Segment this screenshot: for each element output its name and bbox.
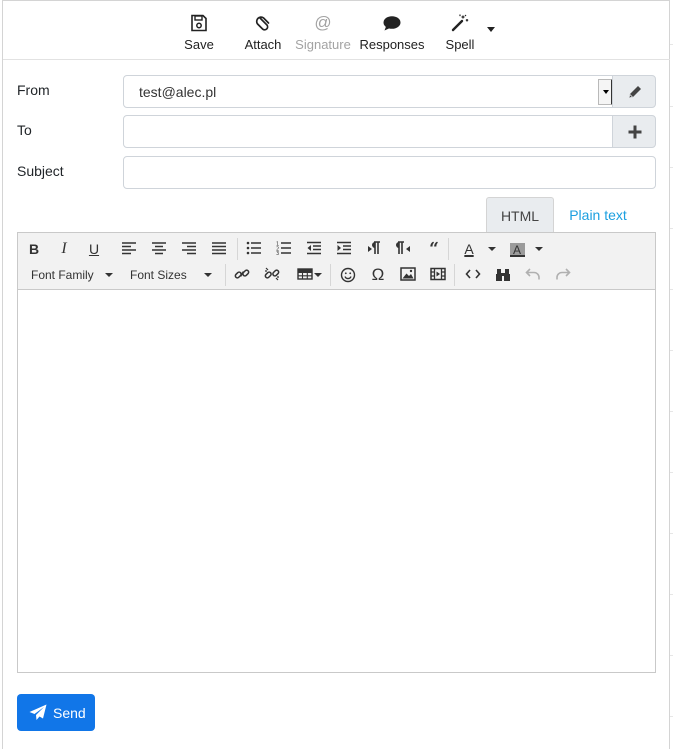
- special-char-omega-icon[interactable]: Ω: [367, 264, 389, 286]
- speech-bubble-icon: [383, 16, 401, 31]
- tab-html[interactable]: HTML: [486, 197, 554, 233]
- compose-toolbar: Save Attach @ Signature Responses Spell: [3, 1, 670, 60]
- signature-label: Signature: [295, 37, 351, 52]
- undo-icon[interactable]: [522, 264, 544, 286]
- underline-button[interactable]: U: [83, 238, 105, 260]
- tab-plain-text[interactable]: Plain text: [562, 197, 634, 233]
- emoticon-icon[interactable]: [337, 264, 359, 286]
- attach-button[interactable]: Attach: [241, 13, 285, 55]
- ltr-direction-icon[interactable]: [363, 238, 385, 260]
- toolbar-divider: [330, 264, 331, 286]
- blockquote-icon[interactable]: “: [423, 238, 445, 260]
- to-input[interactable]: [123, 115, 613, 148]
- unlink-icon[interactable]: [261, 264, 283, 286]
- svg-text:3: 3: [276, 251, 279, 255]
- numbered-list-icon[interactable]: 123: [273, 238, 295, 260]
- html-editor: B I U 123 “ A A Font Family Font Sizes Ω: [17, 232, 656, 673]
- from-label: From: [17, 82, 50, 98]
- toolbar-divider: [237, 238, 238, 260]
- align-center-icon[interactable]: [148, 238, 170, 260]
- send-button[interactable]: Send: [17, 694, 95, 731]
- paperclip-icon: [255, 16, 270, 31]
- toolbar-divider: [454, 264, 455, 286]
- toolbar-divider: [225, 264, 226, 286]
- toolbar-divider: [448, 238, 449, 260]
- bold-button[interactable]: B: [23, 238, 45, 260]
- font-family-select[interactable]: Font Family: [31, 264, 94, 286]
- to-label: To: [17, 122, 32, 138]
- plus-icon: [628, 125, 642, 139]
- magic-wand-icon: [451, 14, 469, 32]
- spell-button[interactable]: Spell: [440, 13, 480, 55]
- font-size-select[interactable]: Font Sizes: [130, 264, 187, 286]
- editor-toolbar: B I U 123 “ A A Font Family Font Sizes Ω: [18, 233, 655, 290]
- add-recipient-button[interactable]: [612, 115, 656, 148]
- edit-identities-button[interactable]: [612, 75, 656, 108]
- floppy-disk-icon: [191, 14, 207, 32]
- find-replace-binoculars-icon[interactable]: [492, 264, 514, 286]
- select-arrow-icon[interactable]: [598, 79, 613, 105]
- bullet-list-icon[interactable]: [243, 238, 265, 260]
- image-icon[interactable]: [397, 264, 419, 286]
- rtl-direction-icon[interactable]: [393, 238, 415, 260]
- editor-content-area[interactable]: [18, 291, 655, 672]
- at-sign-icon: @: [314, 13, 332, 32]
- send-label: Send: [53, 705, 86, 721]
- table-icon[interactable]: [294, 264, 316, 286]
- align-right-icon[interactable]: [178, 238, 200, 260]
- text-color-dropdown-icon[interactable]: [488, 247, 496, 251]
- attach-label: Attach: [244, 37, 282, 52]
- table-dropdown-icon[interactable]: [314, 273, 322, 277]
- source-code-icon[interactable]: [462, 264, 484, 286]
- align-justify-icon[interactable]: [208, 238, 230, 260]
- pencil-icon: [629, 86, 641, 98]
- responses-button[interactable]: Responses: [357, 13, 427, 55]
- redo-icon[interactable]: [552, 264, 574, 286]
- align-left-icon[interactable]: [118, 238, 140, 260]
- text-color-icon[interactable]: A: [458, 238, 480, 260]
- media-video-icon[interactable]: [427, 264, 449, 286]
- subject-label: Subject: [17, 163, 64, 179]
- font-family-dropdown-icon: [105, 273, 113, 277]
- spell-label: Spell: [445, 37, 475, 52]
- font-size-dropdown-icon: [204, 273, 212, 277]
- save-button[interactable]: Save: [182, 13, 216, 55]
- indent-icon[interactable]: [333, 238, 355, 260]
- background-color-icon[interactable]: A: [506, 238, 528, 260]
- from-select[interactable]: test@alec.pl: [123, 75, 613, 108]
- responses-label: Responses: [359, 37, 425, 52]
- signature-button[interactable]: @ Signature: [292, 13, 354, 55]
- save-label: Save: [184, 37, 214, 52]
- subject-input[interactable]: [123, 156, 656, 189]
- paper-plane-icon: [29, 704, 47, 720]
- spell-dropdown-icon[interactable]: [487, 27, 495, 32]
- outdent-icon[interactable]: [303, 238, 325, 260]
- italic-button[interactable]: I: [53, 238, 75, 260]
- background-color-dropdown-icon[interactable]: [535, 247, 543, 251]
- link-icon[interactable]: [231, 264, 253, 286]
- from-value: test@alec.pl: [139, 84, 217, 100]
